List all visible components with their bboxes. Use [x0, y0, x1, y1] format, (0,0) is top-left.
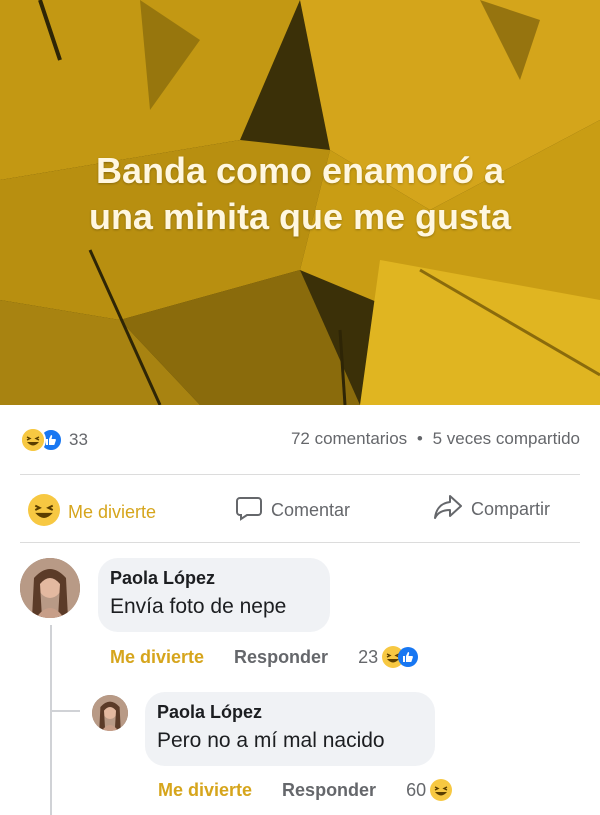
comment-reaction-count[interactable]: 23: [358, 647, 378, 668]
reaction-stats-row: 33 72 comentarios • 5 veces compartido: [0, 405, 600, 471]
post-background: Banda como enamoró a una minita que me g…: [0, 0, 600, 405]
divider: [20, 474, 580, 475]
react-button-label: Me divierte: [68, 502, 157, 522]
share-button-label: Compartir: [471, 499, 551, 519]
comment-button-label: Comentar: [271, 500, 351, 520]
comment-count-link[interactable]: 72 comentarios: [291, 429, 407, 448]
share-count-link[interactable]: 5 veces compartido: [433, 429, 580, 448]
comment-reply-button[interactable]: Responder: [282, 780, 376, 801]
comment-bubble: Paola López Pero no a mí mal nacido: [145, 692, 435, 766]
comment-actions: Me divierte Responder 23: [110, 646, 419, 668]
comment-text: Pero no a mí mal nacido: [157, 729, 385, 752]
thread-line: [50, 625, 52, 815]
comment-actions: Me divierte Responder 60: [158, 779, 453, 801]
share-button[interactable]: Compartir: [433, 494, 550, 525]
post-text-line2: una minita que me gusta: [88, 196, 512, 237]
like-icon: [398, 647, 419, 667]
comment-author[interactable]: Paola López: [157, 702, 435, 723]
react-button[interactable]: Me divierte: [28, 494, 156, 531]
divider: [20, 542, 580, 543]
post-action-bar: Me divierte Comentar Compartir: [0, 478, 600, 540]
reaction-count: 33: [69, 430, 88, 449]
comment-react-button[interactable]: Me divierte: [110, 647, 204, 668]
meta-separator: •: [416, 429, 423, 448]
avatar[interactable]: [20, 558, 80, 618]
comment-author[interactable]: Paola López: [110, 568, 330, 589]
laughing-emoji-icon: [430, 779, 453, 801]
avatar[interactable]: [92, 695, 128, 731]
laughing-emoji-icon: [28, 494, 60, 531]
laughing-emoji-icon: [20, 427, 46, 453]
comment-button[interactable]: Comentar: [235, 494, 350, 527]
reaction-summary[interactable]: 33: [20, 427, 88, 453]
post-text-line1: Banda como enamoró a: [95, 150, 505, 191]
comment-text: Envía foto de nepe: [110, 595, 287, 618]
post-meta: 72 comentarios • 5 veces compartido: [291, 429, 580, 449]
share-arrow-icon: [433, 494, 463, 525]
comment-reply-button[interactable]: Responder: [234, 647, 328, 668]
comment-reaction-count[interactable]: 60: [406, 780, 426, 801]
speech-bubble-icon: [235, 494, 263, 527]
comment-react-button[interactable]: Me divierte: [158, 780, 252, 801]
post-text: Banda como enamoró a una minita que me g…: [0, 148, 600, 240]
thread-line: [50, 710, 80, 712]
comment-bubble: Paola López Envía foto de nepe: [98, 558, 330, 632]
